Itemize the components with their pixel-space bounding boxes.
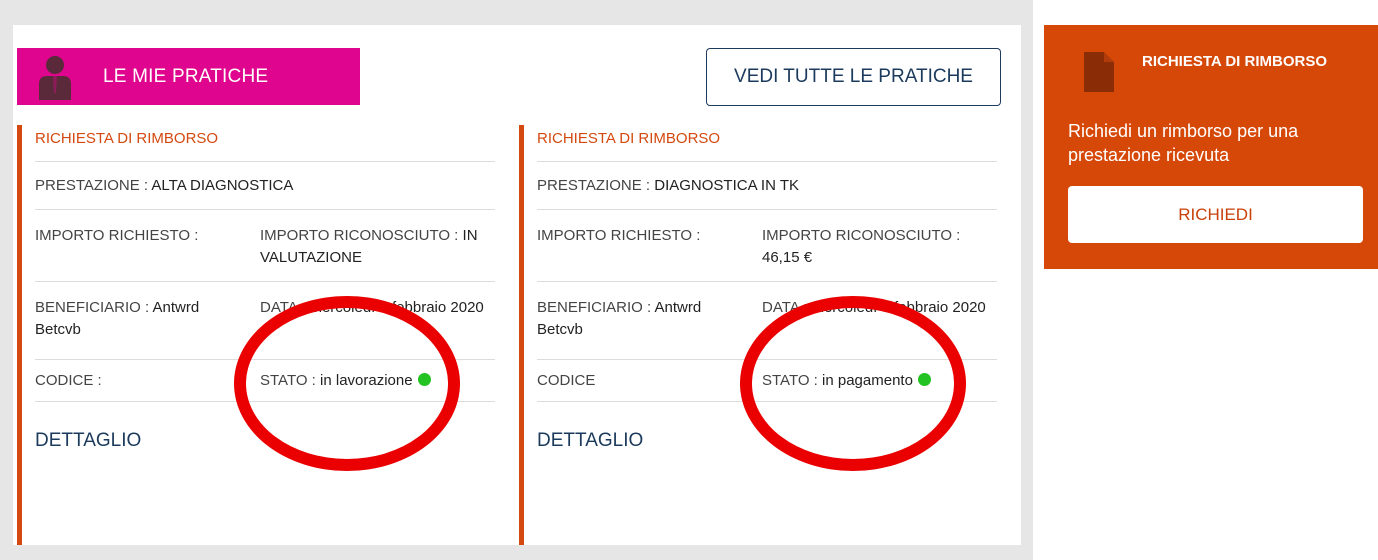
data-label: DATA :: [762, 299, 808, 316]
prestazione-value: DIAGNOSTICA IN TK: [654, 177, 799, 194]
dettaglio-link[interactable]: DETTAGLIO: [35, 430, 141, 452]
pratica-card: RICHIESTA DI RIMBORSO PRESTAZIONE : ALTA…: [17, 125, 495, 545]
codice-stato-row: CODICE STATO : in pagamento: [537, 360, 997, 402]
dettaglio-link[interactable]: DETTAGLIO: [537, 430, 643, 452]
prestazione-row: PRESTAZIONE : DIAGNOSTICA IN TK: [537, 162, 997, 210]
beneficiario-row: BENEFICIARIO : Antwrd Betcvb DATA : merc…: [35, 282, 495, 360]
richiesta-rimborso-box: RICHIESTA DI RIMBORSO Richiedi un rimbor…: [1044, 25, 1378, 269]
le-mie-pratiche-header: LE MIE PRATICHE: [17, 48, 360, 105]
view-all-pratiche-button[interactable]: VEDI TUTTE LE PRATICHE: [706, 48, 1001, 106]
document-icon: [1084, 52, 1114, 92]
codice-label: CODICE: [537, 372, 596, 389]
importo-riconosciuto-label: IMPORTO RICONOSCIUTO :: [762, 227, 961, 244]
stato-value: in lavorazione: [320, 372, 413, 389]
codice-label: CODICE :: [35, 372, 102, 389]
data-value: mercoledì 5 febbraio 2020: [309, 299, 484, 316]
beneficiario-label: BENEFICIARIO :: [537, 299, 652, 316]
prestazione-value: ALTA DIAGNOSTICA: [151, 177, 294, 194]
importo-richiesto-label: IMPORTO RICHIESTO :: [35, 227, 199, 244]
sidebar-title: RICHIESTA DI RIMBORSO: [1142, 53, 1328, 70]
importo-riconosciuto-label: IMPORTO RICONOSCIUTO :: [260, 227, 459, 244]
user-icon: [37, 54, 73, 100]
prestazione-row: PRESTAZIONE : ALTA DIAGNOSTICA: [35, 162, 495, 210]
codice-stato-row: CODICE : STATO : in lavorazione: [35, 360, 495, 402]
prestazione-label: PRESTAZIONE :: [537, 177, 651, 194]
stato-label: STATO :: [762, 372, 818, 389]
card-type-title: RICHIESTA DI RIMBORSO: [537, 125, 997, 162]
richiedi-button[interactable]: RICHIEDI: [1068, 186, 1363, 243]
card-type-title: RICHIESTA DI RIMBORSO: [35, 125, 495, 162]
status-dot-icon: [417, 373, 431, 386]
importo-row: IMPORTO RICHIESTO : IMPORTO RICONOSCIUTO…: [35, 210, 495, 282]
page-title: LE MIE PRATICHE: [103, 65, 269, 87]
data-label: DATA :: [260, 299, 306, 316]
status-dot-icon: [917, 373, 931, 386]
importo-row: IMPORTO RICHIESTO : IMPORTO RICONOSCIUTO…: [537, 210, 997, 282]
importo-richiesto-label: IMPORTO RICHIESTO :: [537, 227, 701, 244]
beneficiario-row: BENEFICIARIO : Antwrd Betcvb DATA : merc…: [537, 282, 997, 360]
stato-value: in pagamento: [822, 372, 913, 389]
importo-riconosciuto-value: 46,15 €: [762, 249, 813, 266]
prestazione-label: PRESTAZIONE :: [35, 177, 149, 194]
pratica-card: RICHIESTA DI RIMBORSO PRESTAZIONE : DIAG…: [519, 125, 997, 545]
sidebar-description: Richiedi un rimborso per una prestazione…: [1068, 121, 1299, 165]
beneficiario-label: BENEFICIARIO :: [35, 299, 150, 316]
stato-label: STATO :: [260, 372, 316, 389]
data-value: mercoledì 5 febbraio 2020: [811, 299, 986, 316]
